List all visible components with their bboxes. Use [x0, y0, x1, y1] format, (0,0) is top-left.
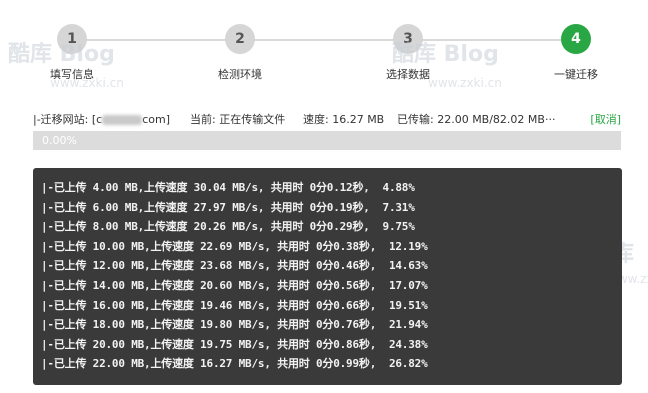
step-1-label: 填写信息: [50, 68, 94, 81]
progress-label: 0.00%: [42, 134, 77, 147]
log-line: |-已上传 16.00 MB,上传速度 19.46 MB/s, 共用时 0分0.…: [41, 298, 428, 312]
step-connector: [72, 39, 576, 41]
step-1-circle: 1: [57, 24, 87, 54]
log-line: |-已上传 6.00 MB,上传速度 27.97 MB/s, 共用时 0分0.1…: [41, 200, 415, 214]
migration-site: |-迁移网站: [c com]: [33, 111, 170, 127]
site-suffix: com]: [142, 113, 171, 126]
log-line: |-已上传 4.00 MB,上传速度 30.04 MB/s, 共用时 0分0.1…: [41, 181, 415, 194]
log-line: |-已上传 22.00 MB,上传速度 16.27 MB/s, 共用时 0分0.…: [41, 357, 428, 371]
progress-bar: 0.00%: [33, 131, 621, 150]
step-2-label: 检测环境: [218, 68, 262, 81]
step-1: 1 填写信息: [22, 0, 122, 82]
step-4-label: 一键迁移: [554, 68, 598, 81]
migration-stepper: 1 填写信息 2 检测环境 3 选择数据 4 一键迁移: [0, 0, 648, 100]
log-line: |-已上传 8.00 MB,上传速度 20.26 MB/s, 共用时 0分0.2…: [41, 220, 415, 234]
transferred-amount: 已传输: 22.00 MB/82.02 MB···: [397, 113, 556, 126]
step-3-label: 选择数据: [386, 68, 430, 81]
log-line: |-已上传 20.00 MB,上传速度 19.75 MB/s, 共用时 0分0.…: [41, 337, 428, 351]
transfer-speed: 速度: 16.27 MB: [303, 113, 385, 126]
step-2-circle: 2: [225, 24, 255, 54]
transfer-log-console: |-已上传 4.00 MB,上传速度 30.04 MB/s, 共用时 0分0.1…: [33, 168, 622, 385]
redacted-site-name: [102, 115, 143, 125]
site-prefix: |-迁移网站: [c: [33, 113, 103, 126]
step-3: 3 选择数据: [358, 0, 458, 82]
step-2: 2 检测环境: [190, 0, 290, 82]
step-3-circle: 3: [393, 24, 423, 54]
current-action: 当前: 正在传输文件: [190, 113, 286, 126]
log-line: |-已上传 18.00 MB,上传速度 19.80 MB/s, 共用时 0分0.…: [41, 318, 428, 332]
cancel-button[interactable]: [取消]: [590, 111, 621, 127]
log-line: |-已上传 10.00 MB,上传速度 22.69 MB/s, 共用时 0分0.…: [41, 239, 428, 253]
transfer-status-row: |-迁移网站: [c com] 当前: 正在传输文件 速度: 16.27 MB 已…: [33, 111, 621, 127]
log-line: |-已上传 12.00 MB,上传速度 23.68 MB/s, 共用时 0分0.…: [41, 259, 428, 273]
step-4-circle: 4: [561, 24, 591, 54]
step-4: 4 一键迁移: [526, 0, 626, 82]
log-line: |-已上传 14.00 MB,上传速度 20.60 MB/s, 共用时 0分0.…: [41, 279, 428, 292]
